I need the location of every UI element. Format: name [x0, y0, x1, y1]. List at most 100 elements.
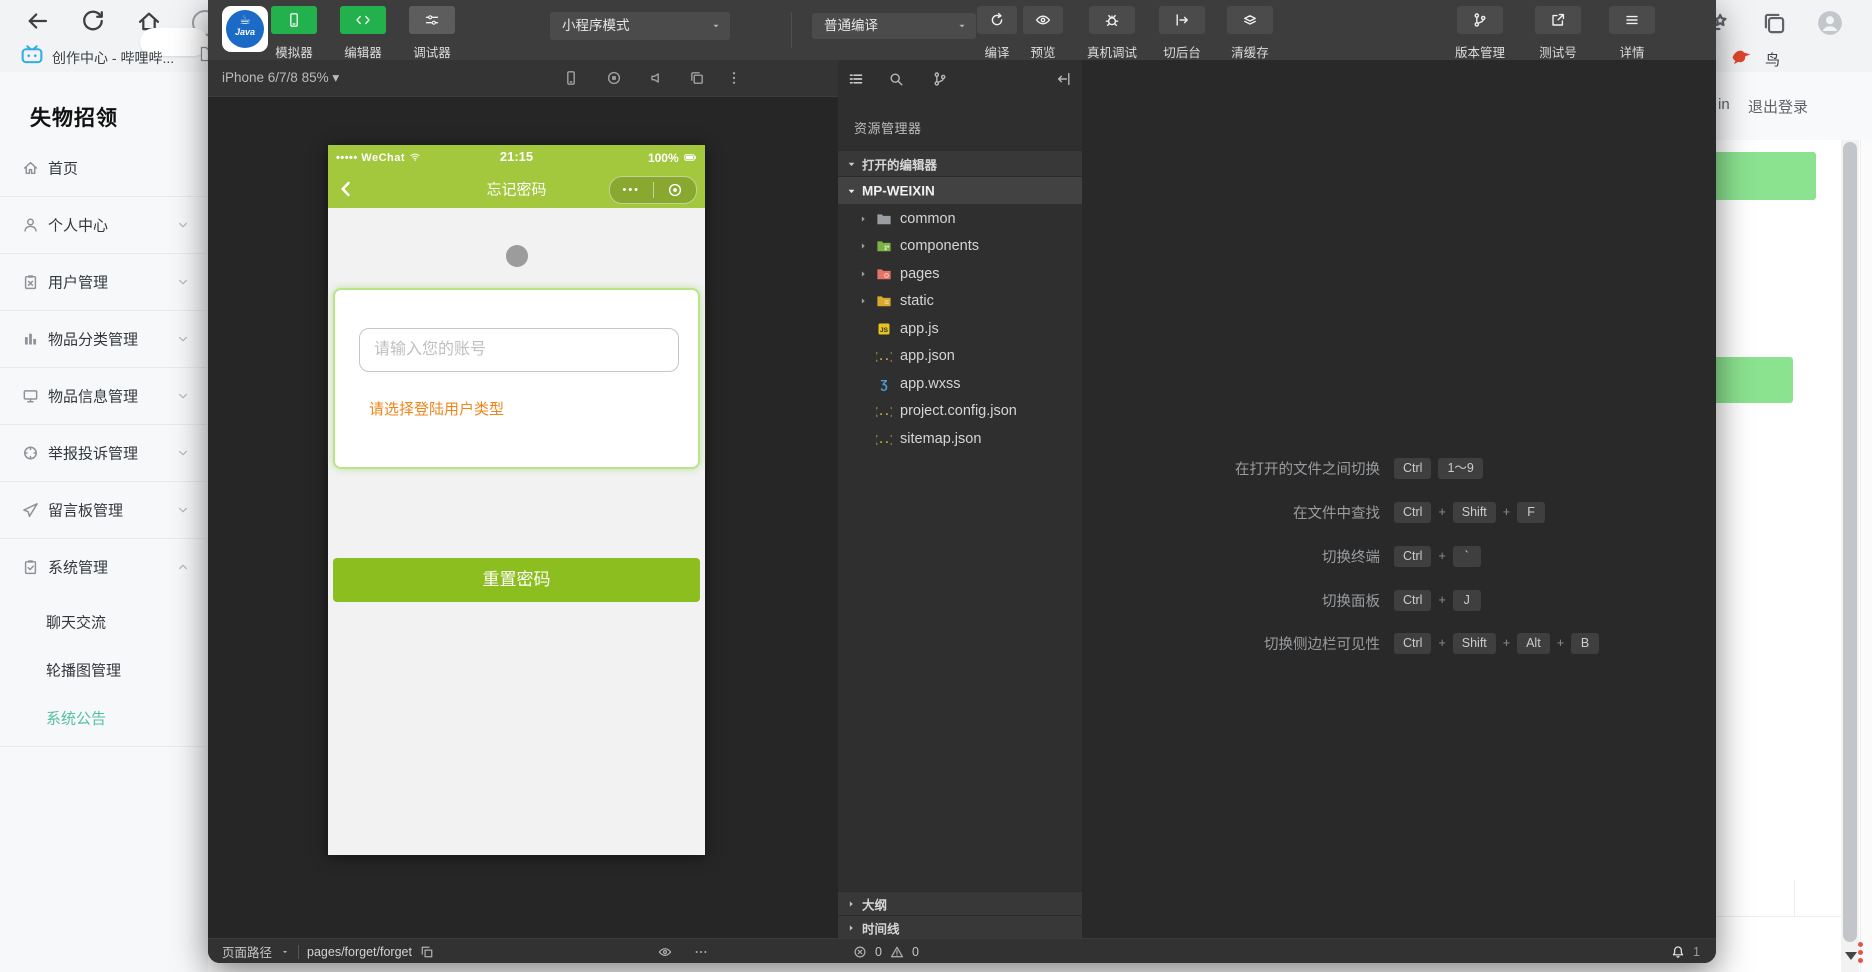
plus-separator: + — [1438, 636, 1446, 650]
sidebar-item-8[interactable]: 系统管理 — [0, 545, 208, 589]
rotate-device-icon[interactable] — [563, 70, 579, 86]
more-options-icon[interactable] — [726, 70, 742, 86]
multi-window-icon[interactable] — [689, 70, 705, 86]
compile-mode-dropdown[interactable]: 普通编译 — [812, 13, 976, 39]
shortcut-keys: Ctrl 1～9 — [1394, 457, 1483, 479]
tree-row-app.json[interactable]: {..} app.json — [838, 343, 1082, 370]
plus-separator: + — [1502, 636, 1511, 650]
switch-background-button[interactable]: 切后台 — [1152, 6, 1212, 61]
shortcut-hint-row: 在文件中查找 Ctrl + Shift + F — [1082, 499, 1716, 525]
account-input[interactable] — [359, 328, 679, 372]
simulator-header: iPhone 6/7/8 85% ▾ — [208, 60, 838, 97]
compile-button[interactable]: 编译 — [971, 6, 1023, 61]
admin-green-button-fragment[interactable] — [1700, 152, 1816, 200]
page-path-label[interactable]: 页面路径 — [222, 942, 272, 961]
folder-green-icon — [876, 238, 892, 254]
sidebar-item-1[interactable]: 首页 — [0, 146, 208, 190]
simulator-toggle-button[interactable]: 模拟器 — [266, 6, 322, 61]
sidebar-item-2[interactable]: 个人中心 — [0, 203, 208, 247]
wechat-devtools-window: ☕ Java 模拟器 编辑器 调试器 小程序模式 普通编译 编译 预览 真机调试… — [208, 0, 1716, 963]
version-control-button[interactable]: 版本管理 — [1449, 6, 1511, 61]
record-icon[interactable] — [606, 70, 622, 86]
explorer-section-时间线[interactable]: 时间线 — [838, 915, 1082, 939]
divider — [0, 367, 206, 368]
logout-link[interactable]: 退出登录 — [1748, 96, 1808, 117]
key-chip: Shift — [1452, 632, 1496, 654]
sidebar-subitem-label: 系统公告 — [46, 710, 107, 728]
tree-row-static[interactable]: static — [838, 288, 1082, 315]
sound-icon[interactable] — [649, 70, 665, 86]
remote-debug-button[interactable]: 真机调试 — [1082, 6, 1142, 61]
open-editors-section[interactable]: 打开的编辑器 — [838, 150, 1082, 177]
triangle-right-icon — [858, 214, 868, 224]
tree-row-components[interactable]: components — [838, 233, 1082, 260]
battery-icon — [682, 151, 699, 164]
capsule-exit-icon[interactable] — [667, 182, 683, 198]
details-button[interactable]: 详情 — [1602, 6, 1662, 61]
explorer-view-icon[interactable] — [848, 71, 864, 87]
tree-row-project.config.json[interactable]: {..} project.config.json — [838, 398, 1082, 425]
clear-cache-button[interactable]: 清缓存 — [1219, 6, 1281, 61]
capsule-menu[interactable]: ••• — [609, 176, 697, 204]
browser-back-icon[interactable] — [24, 8, 50, 34]
external-link-icon — [1550, 12, 1566, 28]
debugger-toggle-button[interactable]: 调试器 — [404, 6, 460, 61]
bird-bookmark-label[interactable]: 鸟 — [1765, 49, 1780, 70]
devtools-toolbar: ☕ Java 模拟器 编辑器 调试器 小程序模式 普通编译 编译 预览 真机调试… — [208, 0, 1716, 60]
sidebar-item-4[interactable]: 物品分类管理 — [0, 317, 208, 361]
sidebar-subitem-3[interactable]: 系统公告 — [0, 696, 208, 740]
java-app-icon[interactable]: ☕ Java — [222, 6, 268, 52]
device-selector[interactable]: iPhone 6/7/8 85% ▾ — [222, 70, 339, 86]
search-icon[interactable] — [888, 71, 904, 87]
tree-row-pages[interactable]: pages — [838, 260, 1082, 287]
page-scrollbar-thumb[interactable] — [1843, 142, 1857, 942]
explorer-section-大纲[interactable]: 大纲 — [838, 891, 1082, 915]
sidebar-subitem-2[interactable]: 轮播图管理 — [0, 648, 208, 692]
carrier-label: ••••• WeChat — [336, 150, 421, 164]
user-icon — [22, 217, 39, 234]
project-root-section[interactable]: MP-WEIXIN — [838, 176, 1082, 204]
source-control-icon[interactable] — [932, 71, 948, 87]
browser-profile-avatar[interactable] — [1816, 9, 1844, 37]
add-tab-group-icon[interactable] — [1762, 11, 1787, 36]
bird-bookmark-icon[interactable] — [1730, 44, 1753, 67]
section-label: 时间线 — [862, 922, 900, 936]
tree-row-common[interactable]: common — [838, 205, 1082, 232]
capsule-dots[interactable]: ••• — [610, 184, 653, 196]
editor-toggle-button[interactable]: 编辑器 — [335, 6, 391, 61]
phone-back-icon[interactable] — [336, 178, 356, 200]
preview-button[interactable]: 预览 — [1017, 6, 1069, 61]
warnings-icon — [890, 945, 904, 959]
toggle-visibility-icon[interactable] — [658, 945, 672, 959]
notifications-group[interactable]: 1 — [1671, 939, 1700, 963]
more-status-icon[interactable] — [694, 945, 708, 959]
reset-password-button[interactable]: 重置密码 — [333, 558, 700, 602]
sidebar-item-label: 系统管理 — [48, 559, 109, 577]
sidebar-item-6[interactable]: 举报投诉管理 — [0, 431, 208, 475]
caret-down-icon[interactable] — [280, 947, 290, 957]
shortcut-hint-row: 切换终端 Ctrl + ` — [1082, 543, 1716, 569]
tree-row-app.wxss[interactable]: Ʒapp.wxss — [838, 370, 1082, 397]
sidebar-subitem-1[interactable]: 聊天交流 — [0, 600, 208, 644]
copy-path-icon[interactable] — [420, 945, 434, 959]
file-name: app.json — [900, 348, 955, 364]
problems-group[interactable]: 0 0 — [853, 939, 919, 963]
tree-row-app.js[interactable]: JS app.js — [838, 315, 1082, 342]
sidebar-item-3[interactable]: 用户管理 — [0, 260, 208, 304]
sidebar-item-5[interactable]: 物品信息管理 — [0, 374, 208, 418]
divider — [0, 424, 206, 425]
test-account-button[interactable]: 测试号 — [1528, 6, 1588, 61]
send-icon — [22, 502, 39, 519]
svg-text:{..}: {..} — [876, 352, 892, 363]
mode-dropdown[interactable]: 小程序模式 — [550, 12, 730, 40]
bookmark-title[interactable]: 创作中心 - 哔哩哔... — [52, 48, 174, 68]
collapse-sidebar-icon[interactable] — [1056, 71, 1072, 87]
svg-text:{..}: {..} — [876, 435, 892, 446]
key-chip: J — [1452, 589, 1481, 611]
browser-refresh-icon[interactable] — [80, 8, 106, 34]
sidebar-item-7[interactable]: 留言板管理 — [0, 488, 208, 532]
tree-row-sitemap.json[interactable]: {..} sitemap.json — [838, 425, 1082, 452]
folder-yellow-icon — [876, 293, 892, 309]
scrollbar-down-arrow-icon[interactable] — [1845, 952, 1857, 960]
key-chip: 1～9 — [1438, 457, 1483, 479]
